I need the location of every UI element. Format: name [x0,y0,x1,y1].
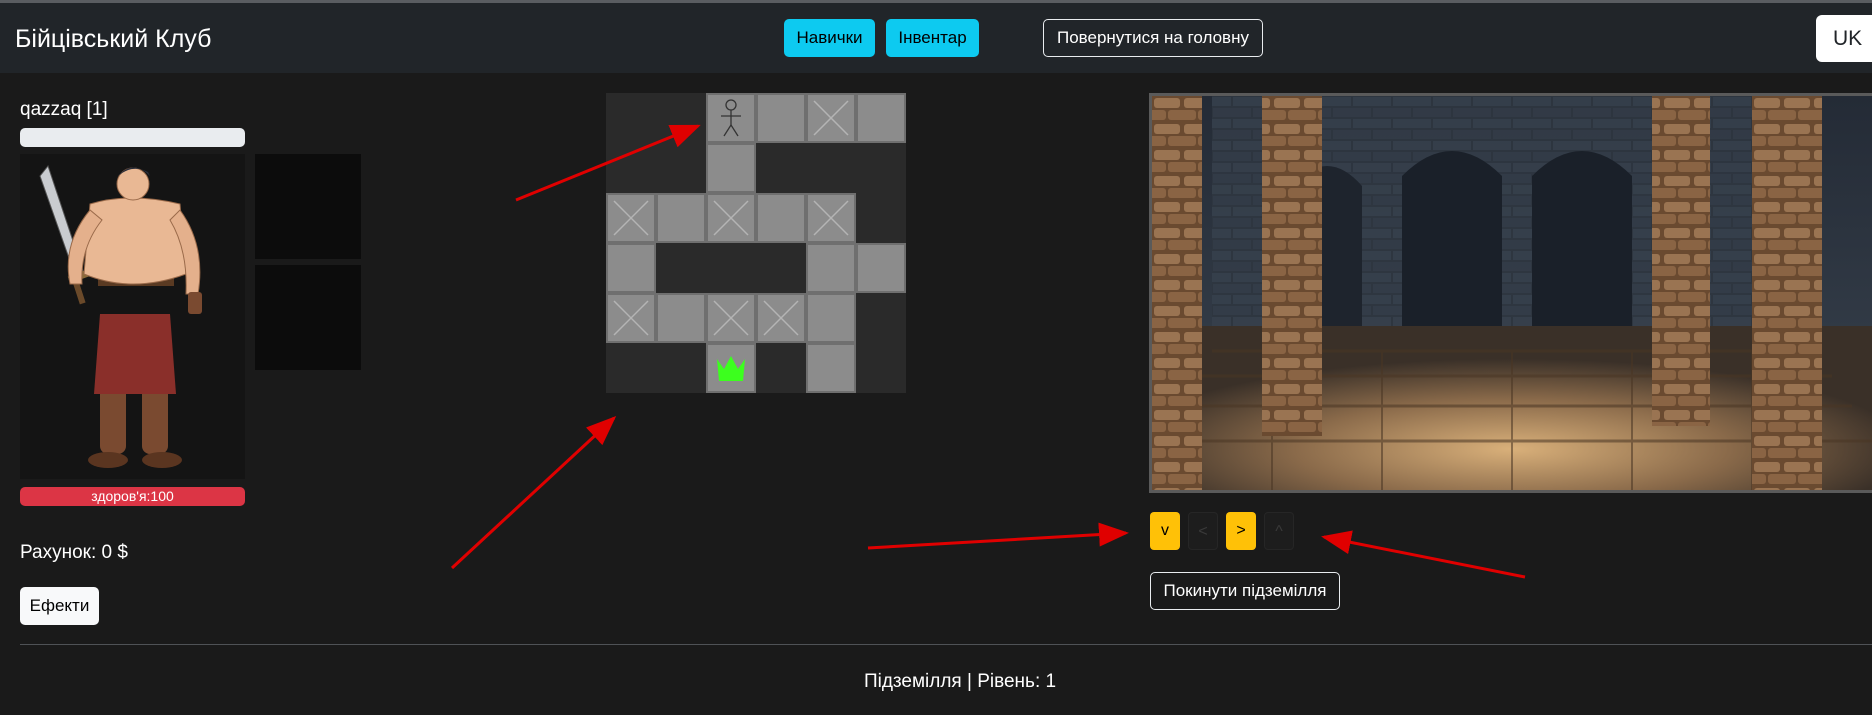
experience-bar [20,128,245,147]
cross-icon [813,200,849,236]
move-right-button[interactable]: > [1226,512,1256,550]
player-portrait [20,154,245,479]
map-cell [756,293,806,343]
cross-icon [813,100,849,136]
map-cell [606,293,656,343]
map-cell [756,193,806,243]
dungeon-map [606,93,906,393]
map-cell [756,93,806,143]
equipment-slot[interactable] [255,154,361,259]
move-left-button[interactable]: < [1188,512,1218,550]
map-cell [806,243,856,293]
equipment-slot[interactable] [255,265,361,370]
map-cell [706,93,756,143]
map-cell [706,143,756,193]
health-bar: здоров'я:100 [20,487,245,506]
effects-button[interactable]: Ефекти [20,587,99,625]
annotation-arrow [1321,530,1526,579]
map-cell [806,93,856,143]
cross-icon [763,300,799,336]
balance-text: Рахунок: 0 $ [20,542,128,563]
map-cell [806,343,856,393]
divider [20,644,1872,645]
move-up-button[interactable]: ^ [1264,512,1294,550]
map-cell [706,193,756,243]
annotation-arrow [867,522,1129,550]
map-cell [656,193,706,243]
leave-dungeon-button[interactable]: Покинути підземілля [1150,572,1340,610]
map-cell [706,343,756,393]
dungeon-corridor-image [1152,96,1872,490]
cross-icon [713,300,749,336]
map-cell [606,243,656,293]
cross-icon [613,300,649,336]
cross-icon [613,200,649,236]
map-cell [606,193,656,243]
brand-title[interactable]: Бійцівський Клуб [15,25,211,54]
home-button[interactable]: Повернутися на головну [1043,19,1263,57]
skills-button[interactable]: Навички [784,19,875,57]
stick-figure-icon [721,99,741,137]
inventory-button[interactable]: Інвентар [886,19,979,57]
map-cell [856,243,906,293]
dungeon-scene [1149,93,1872,493]
map-cell [806,293,856,343]
cross-icon [713,200,749,236]
map-cell [856,93,906,143]
map-cell [706,293,756,343]
navbar: Бійцівський Клуб Навички Інвентар Поверн… [0,3,1872,73]
crown-icon [717,356,745,381]
map-cell [656,293,706,343]
footer-level-text: Підземілля | Рівень: 1 [863,671,1057,692]
language-select[interactable]: UK [1816,15,1872,62]
map-cell [806,193,856,243]
warrior-icon [39,164,202,468]
move-down-button[interactable]: v [1150,512,1180,550]
annotation-arrow [450,415,617,570]
player-name: qazzaq [1] [20,99,108,120]
